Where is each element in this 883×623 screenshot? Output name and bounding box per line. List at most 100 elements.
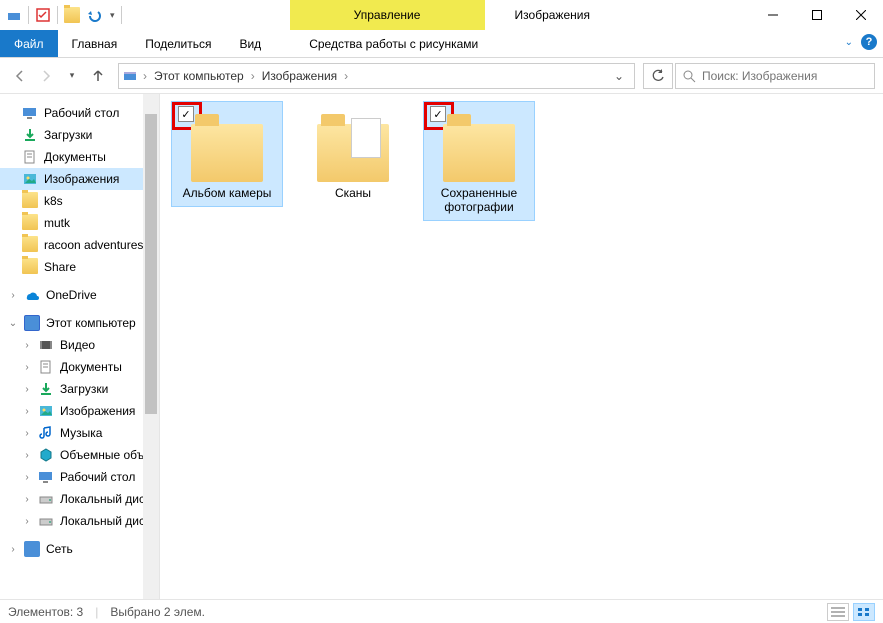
- sidebar-item-label: Рабочий стол: [60, 470, 135, 484]
- sidebar-item-label: Загрузки: [44, 128, 92, 142]
- folder-item[interactable]: ✓Альбом камеры: [172, 102, 282, 206]
- back-button[interactable]: [8, 64, 32, 88]
- sidebar-onedrive[interactable]: ›OneDrive: [0, 284, 159, 306]
- sidebar-item[interactable]: Изображения📌: [0, 168, 159, 190]
- refresh-button[interactable]: [643, 63, 673, 89]
- monitor-icon: [24, 315, 40, 331]
- content-area: Рабочий стол📌Загрузки📌Документы📌Изображе…: [0, 94, 883, 599]
- address-dropdown-icon[interactable]: ⌄: [608, 69, 630, 83]
- details-view-button[interactable]: [827, 603, 849, 621]
- status-bar: Элементов: 3 | Выбрано 2 элем.: [0, 599, 883, 623]
- folder-item[interactable]: Сканы: [298, 102, 408, 206]
- sidebar-item[interactable]: Загрузки📌: [0, 124, 159, 146]
- search-input[interactable]: [702, 69, 868, 83]
- sidebar-item[interactable]: ›Локальный диск: [0, 510, 159, 532]
- tab-share[interactable]: Поделиться: [131, 30, 225, 57]
- tab-picture-tools[interactable]: Средства работы с рисунками: [295, 30, 492, 57]
- sidebar-item-label: Share: [44, 260, 76, 274]
- folder-item[interactable]: ✓Сохраненные фотографии: [424, 102, 534, 220]
- folder-icon: [443, 124, 515, 182]
- download-icon: [38, 381, 54, 397]
- sidebar-item[interactable]: racoon adventures: [0, 234, 159, 256]
- icons-view-button[interactable]: [853, 603, 875, 621]
- search-icon: [682, 69, 696, 83]
- sidebar-item-label: OneDrive: [46, 288, 97, 302]
- music-icon: [38, 425, 54, 441]
- sidebar-thispc[interactable]: ⌄Этот компьютер: [0, 312, 159, 334]
- folder-icon: [22, 214, 38, 233]
- sidebar-item[interactable]: ›Изображения: [0, 400, 159, 422]
- doc-icon: [38, 359, 54, 375]
- ribbon-collapse-icon[interactable]: ⌄: [845, 37, 853, 48]
- folder-label: Сохраненные фотографии: [426, 186, 532, 214]
- status-selection-count: Выбрано 2 элем.: [110, 605, 205, 619]
- search-box[interactable]: [675, 63, 875, 89]
- sidebar-item[interactable]: k8s: [0, 190, 159, 212]
- sidebar-item-label: Рабочий стол: [44, 106, 119, 120]
- chevron-right-icon[interactable]: ›: [249, 69, 257, 83]
- sidebar-item[interactable]: ›Локальный диск: [0, 488, 159, 510]
- sidebar-item[interactable]: mutk: [0, 212, 159, 234]
- qat-undo-icon[interactable]: [86, 7, 104, 23]
- window-controls: [751, 0, 883, 30]
- sidebar-item-label: Локальный диск: [60, 492, 150, 506]
- qat-folder-icon[interactable]: [64, 7, 80, 23]
- context-tab-header: Управление: [290, 0, 485, 30]
- folder-label: Сканы: [335, 186, 371, 200]
- sidebar-scrollbar[interactable]: [143, 94, 159, 599]
- separator: [121, 6, 122, 24]
- download-icon: [22, 127, 38, 143]
- recent-dropdown-icon[interactable]: ▾: [60, 64, 84, 88]
- sidebar-item[interactable]: ›Рабочий стол: [0, 466, 159, 488]
- qat-dropdown-icon[interactable]: ▾: [110, 10, 115, 21]
- sidebar-item-label: Объемные объе: [60, 448, 151, 462]
- sidebar-item[interactable]: ›Видео: [0, 334, 159, 356]
- address-bar[interactable]: › Этот компьютер › Изображения › ⌄: [118, 63, 635, 89]
- forward-button[interactable]: [34, 64, 58, 88]
- sidebar-network[interactable]: ›Сеть: [0, 538, 159, 560]
- monitor-icon: [38, 469, 54, 485]
- monitor-icon: [22, 105, 38, 121]
- up-button[interactable]: [86, 64, 110, 88]
- sidebar-item[interactable]: ›Объемные объе: [0, 444, 159, 466]
- sidebar-item[interactable]: ›Музыка: [0, 422, 159, 444]
- minimize-button[interactable]: [751, 0, 795, 30]
- sidebar-item[interactable]: ›Документы: [0, 356, 159, 378]
- navigation-bar: ▾ › Этот компьютер › Изображения › ⌄: [0, 58, 883, 94]
- sidebar-item-label: Этот компьютер: [46, 316, 136, 330]
- window-title: Изображения: [515, 8, 590, 22]
- sidebar-item-label: mutk: [44, 216, 70, 230]
- onedrive-icon: [24, 287, 40, 303]
- tab-home[interactable]: Главная: [58, 30, 132, 57]
- scrollbar-thumb[interactable]: [145, 114, 157, 414]
- close-button[interactable]: [839, 0, 883, 30]
- sidebar-item-label: Видео: [60, 338, 95, 352]
- folder-icon: [191, 124, 263, 182]
- separator: [28, 6, 29, 24]
- location-icon: [123, 69, 139, 83]
- pic-icon: [38, 403, 54, 419]
- sidebar-item-label: k8s: [44, 194, 63, 208]
- maximize-button[interactable]: [795, 0, 839, 30]
- sidebar-item[interactable]: Рабочий стол📌: [0, 102, 159, 124]
- help-icon[interactable]: ?: [861, 34, 877, 50]
- chevron-right-icon[interactable]: ›: [141, 69, 149, 83]
- folder-icon: [22, 236, 38, 255]
- folder-pane[interactable]: ✓Альбом камеры Сканы ✓Сохраненные фотограф…: [160, 94, 883, 599]
- sidebar-item-label: Документы: [44, 150, 106, 164]
- tab-view[interactable]: Вид: [225, 30, 275, 57]
- breadcrumb-root[interactable]: Этот компьютер: [151, 69, 247, 83]
- drive-icon: [38, 513, 54, 529]
- sidebar-item-label: Загрузки: [60, 382, 108, 396]
- breadcrumb-current[interactable]: Изображения: [259, 69, 340, 83]
- tab-file[interactable]: Файл: [0, 30, 58, 57]
- separator: [57, 6, 58, 24]
- sidebar-item[interactable]: ›Загрузки: [0, 378, 159, 400]
- sidebar-item[interactable]: Share: [0, 256, 159, 278]
- qat-properties-icon[interactable]: [35, 7, 51, 23]
- quick-access-toolbar: ▾: [0, 6, 128, 24]
- navigation-sidebar: Рабочий стол📌Загрузки📌Документы📌Изображе…: [0, 94, 160, 599]
- folder-label: Альбом камеры: [183, 186, 272, 200]
- chevron-right-icon[interactable]: ›: [342, 69, 350, 83]
- sidebar-item[interactable]: Документы📌: [0, 146, 159, 168]
